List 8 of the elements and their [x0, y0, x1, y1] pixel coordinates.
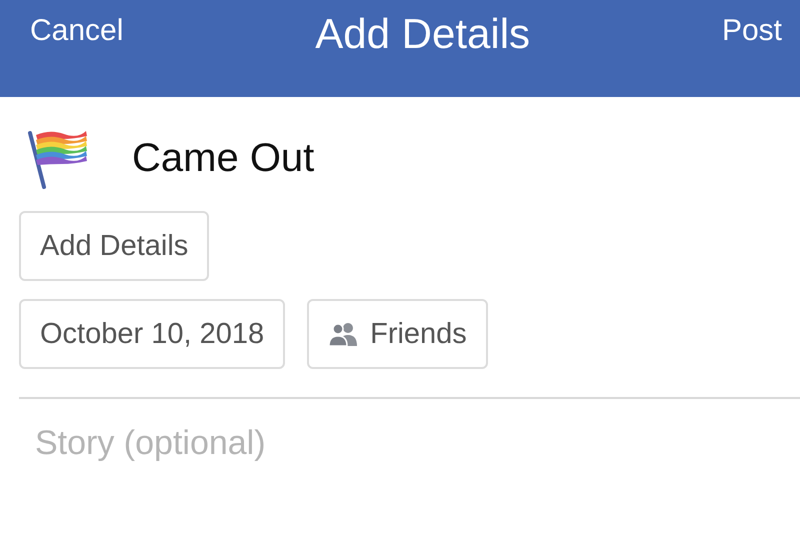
story-field[interactable]: Story (optional)	[33, 423, 637, 464]
event-title: Came Out	[132, 136, 314, 180]
cancel-button[interactable]: Cancel	[30, 14, 124, 48]
audience-button[interactable]: Friends	[307, 299, 488, 369]
add-details-button[interactable]: Add Details	[19, 211, 210, 281]
date-button[interactable]: October 10, 2018	[19, 299, 286, 369]
page-title: Add Details	[315, 10, 530, 58]
post-button[interactable]: Post	[722, 14, 782, 48]
